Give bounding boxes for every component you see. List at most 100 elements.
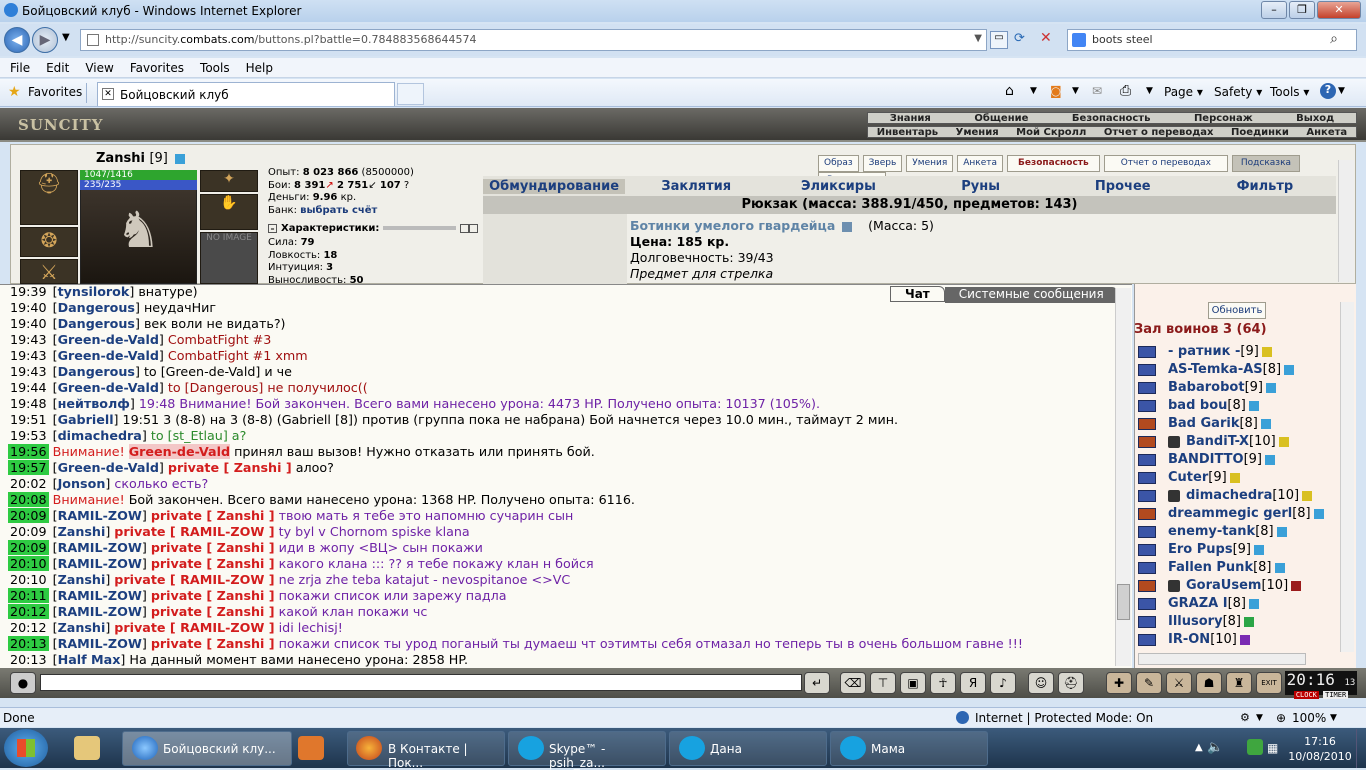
chat-time[interactable]: 20:02 — [8, 476, 49, 491]
tab-other[interactable]: Прочее — [1052, 179, 1194, 194]
clan-emblem-icon[interactable] — [1168, 435, 1180, 448]
print-dropdown-icon[interactable]: ▼ — [1146, 86, 1153, 96]
minus-icon[interactable] — [460, 223, 469, 233]
chat-time[interactable]: 19:48 — [8, 396, 49, 411]
back-button[interactable]: ◀ — [4, 27, 30, 53]
chat-time[interactable]: 20:09 — [8, 524, 49, 539]
chat-nick[interactable]: Green-de-Vald — [58, 460, 159, 475]
player-info-icon[interactable] — [1291, 580, 1302, 591]
player-list-item[interactable]: AS-Temka-AS[8] — [1138, 361, 1338, 379]
amulet-slot-icon[interactable]: ❂ — [20, 227, 78, 257]
collapse-icon[interactable]: – — [268, 223, 277, 233]
page-menu[interactable]: Page ▾ — [1164, 85, 1203, 99]
group-icon[interactable]: ☗ — [1196, 672, 1222, 694]
chat-time[interactable]: 20:13 — [8, 636, 49, 651]
forward-button[interactable]: ▶ — [32, 27, 58, 53]
chat-time[interactable]: 20:12 — [8, 620, 49, 635]
fighter-icon[interactable]: ☥ — [930, 672, 956, 694]
rss-icon[interactable]: ◙ — [1050, 84, 1062, 98]
chat-time[interactable]: 19:56 — [8, 444, 49, 459]
chat-nick[interactable]: Jonson — [58, 476, 106, 491]
clan-emblem-icon[interactable] — [1168, 579, 1180, 592]
chat-nick[interactable]: нейтволф — [58, 396, 130, 411]
player-name[interactable]: BandiT-X — [1186, 434, 1249, 449]
player-name[interactable]: IR-ON — [1168, 632, 1210, 647]
home-dropdown-icon[interactable]: ▼ — [1030, 86, 1037, 96]
inventory-scrollbar[interactable] — [1338, 160, 1354, 282]
volume-icon[interactable]: 🔈 — [1207, 740, 1223, 755]
player-name[interactable]: dreammegic gerl — [1168, 506, 1292, 521]
slider-track[interactable] — [383, 226, 456, 230]
player-list-item[interactable]: GoraUsem[10] — [1138, 577, 1338, 595]
zone-dropdown-icon[interactable]: ▼ — [1256, 713, 1263, 723]
chat-nick[interactable]: RAMIL-ZOW — [58, 556, 142, 571]
browser-tab-active[interactable]: ✕ Бойцовский клуб — [97, 82, 395, 106]
armor-slot-icon[interactable]: ⚔ — [20, 259, 78, 284]
search-icon[interactable]: ⌕ — [1330, 31, 1338, 47]
chat-time[interactable]: 19:51 — [8, 412, 49, 427]
start-button[interactable] — [4, 729, 48, 767]
network-icon[interactable]: ▦ — [1267, 741, 1278, 755]
chat-nick[interactable]: Zanshi — [58, 572, 106, 587]
chat-time[interactable]: 19:44 — [8, 380, 49, 395]
chat-nick[interactable]: Half Max — [58, 652, 121, 667]
chat-time[interactable]: 20:13 — [8, 652, 49, 667]
compatibility-icon[interactable]: ▭ — [990, 31, 1008, 49]
sound-icon[interactable]: ♪ — [990, 672, 1016, 694]
chat-time[interactable]: 19:53 — [8, 428, 49, 443]
tab-runes[interactable]: Руны — [910, 179, 1052, 194]
chat-private-tag[interactable]: private [ Zanshi ] — [168, 460, 292, 475]
player-info-icon[interactable] — [1276, 526, 1287, 537]
player-list-item[interactable]: Bad Garik[8] — [1138, 415, 1338, 433]
player-list-item[interactable]: Babarobot[9] — [1138, 379, 1338, 397]
image-button[interactable]: Образ — [818, 155, 859, 172]
menu-view[interactable]: View — [85, 61, 113, 75]
media-player-icon[interactable] — [298, 736, 324, 760]
chat-time[interactable]: 20:08 — [8, 492, 49, 507]
chat-player-name[interactable]: Green-de-Vald — [128, 444, 231, 459]
item-name[interactable]: Ботинки умелого гвардейца — [630, 218, 835, 233]
player-list-item[interactable]: BANDITTO[9] — [1138, 451, 1338, 469]
player-name[interactable]: - ратник - — [1168, 344, 1240, 359]
translate-icon[interactable]: Я — [960, 672, 986, 694]
menu-edit[interactable]: Edit — [46, 61, 69, 75]
helmet-icon[interactable]: ⛑ — [1058, 672, 1084, 694]
player-list-item[interactable]: IR-ON[10] — [1138, 631, 1338, 649]
player-info-icon[interactable] — [1313, 508, 1324, 519]
scroll-icon[interactable]: ✎ — [1136, 672, 1162, 694]
player-info-icon[interactable] — [1302, 490, 1313, 501]
player-info-icon[interactable] — [1249, 598, 1260, 609]
chat-nick[interactable]: Dangerous — [58, 300, 135, 315]
chat-time[interactable]: 20:11 — [8, 588, 49, 603]
chat-private-tag[interactable]: private [ Zanshi ] — [151, 636, 275, 651]
close-button[interactable]: ✕ — [1317, 1, 1361, 19]
player-info-icon[interactable] — [1248, 400, 1259, 411]
chat-time[interactable]: 19:43 — [8, 332, 49, 347]
menu-help[interactable]: Help — [246, 61, 273, 75]
chat-time[interactable]: 19:43 — [8, 348, 49, 363]
player-info-icon[interactable] — [1274, 562, 1285, 573]
players-scrollbar[interactable] — [1340, 302, 1354, 652]
chat-nick[interactable]: RAMIL-ZOW — [58, 604, 142, 619]
help-icon[interactable]: ? — [1320, 83, 1336, 99]
save-icon[interactable]: ▣ — [900, 672, 926, 694]
refresh-icon[interactable]: ⟳ — [1014, 31, 1032, 49]
player-info-icon[interactable] — [1239, 634, 1250, 645]
chat-nick[interactable]: Green-de-Vald — [58, 348, 159, 363]
tab-equipment[interactable]: Обмундирование — [483, 178, 626, 194]
player-name[interactable]: Babarobot — [1168, 380, 1245, 395]
clan-emblem-icon[interactable] — [1168, 489, 1180, 502]
chat-nick[interactable]: RAMIL-ZOW — [58, 540, 142, 555]
protected-mode-icon[interactable]: ⚙ — [1240, 711, 1250, 724]
player-name[interactable]: AS-Temka-AS — [1168, 362, 1263, 377]
chat-private-tag[interactable]: private [ Zanshi ] — [151, 556, 275, 571]
player-name[interactable]: Fallen Punk — [1168, 560, 1253, 575]
player-info-icon[interactable] — [1278, 436, 1289, 447]
send-icon[interactable]: ↵ — [804, 672, 830, 694]
skype-tray-icon[interactable] — [1247, 739, 1263, 755]
chat-private-tag[interactable]: private [ RAMIL-ZOW ] — [114, 572, 274, 587]
nav-skills[interactable]: Умения — [956, 127, 999, 138]
player-info-icon[interactable] — [1229, 472, 1240, 483]
menu-file[interactable]: File — [10, 61, 30, 75]
security-button[interactable]: Безопасность — [1007, 155, 1100, 172]
